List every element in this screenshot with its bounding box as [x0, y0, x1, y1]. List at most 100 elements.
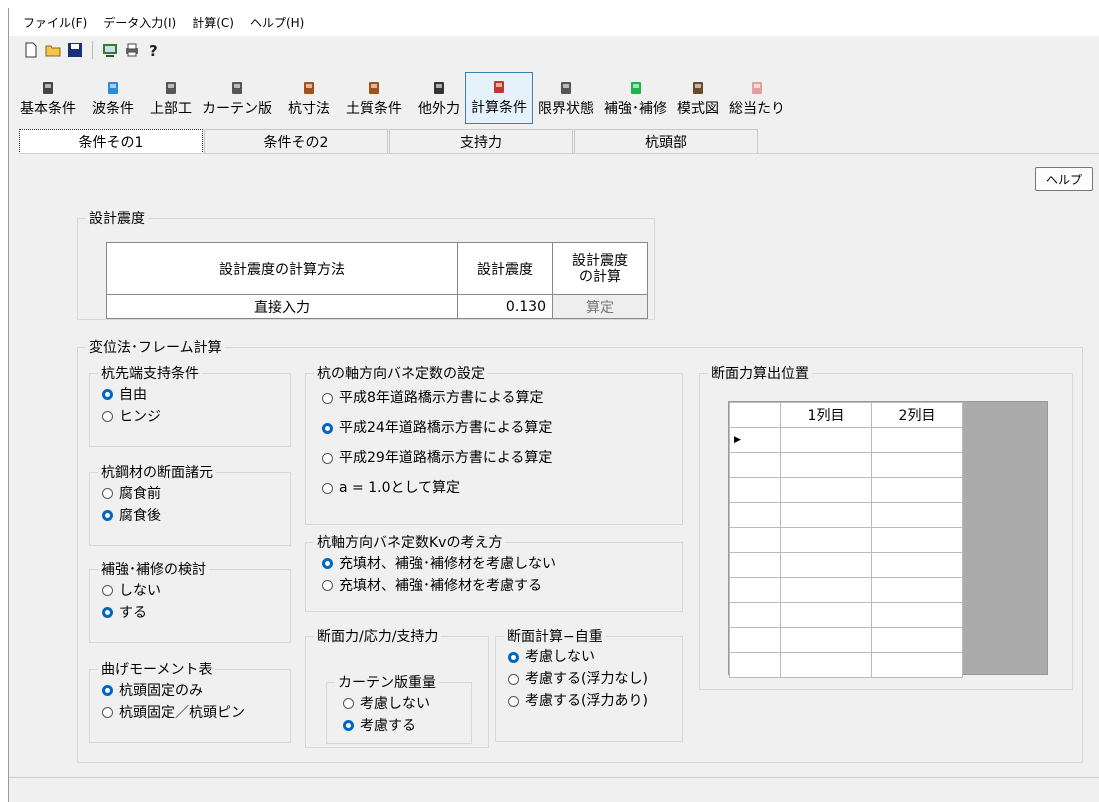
toolbar-label: 上部工	[150, 101, 192, 117]
grid-cell[interactable]	[871, 527, 963, 553]
self-weight-radio-1[interactable]: 考慮する(浮力なし)	[508, 668, 682, 690]
grid-cell[interactable]	[780, 602, 872, 628]
self-weight-radio-0[interactable]: 考慮しない	[508, 646, 682, 668]
tab-0[interactable]: 条件その1	[19, 129, 203, 154]
menubar: ファイル(F) データ入力(I) 計算(C) ヘルプ(H)	[9, 8, 1099, 36]
grid-cell[interactable]	[780, 577, 872, 603]
moment-radio-0[interactable]: 杭頭固定のみ	[102, 679, 290, 701]
toolbar-label: 限界状態	[538, 101, 594, 117]
toolbar-button-6[interactable]: 他外力	[413, 72, 465, 124]
calc-button[interactable]: 算定	[552, 294, 648, 319]
print-icon[interactable]	[124, 42, 140, 58]
open-folder-icon[interactable]	[45, 42, 61, 58]
tip-radio-1[interactable]: ヒンジ	[102, 405, 290, 427]
radio-label: 平成29年道路橋示方書による算定	[339, 450, 553, 466]
toolbar-button-7[interactable]: 計算条件	[465, 72, 533, 124]
new-file-icon[interactable]	[23, 42, 39, 58]
save-icon[interactable]	[67, 42, 83, 58]
grid-cell[interactable]	[871, 602, 963, 628]
spring-radio-2[interactable]: 平成29年道路橋示方書による算定	[322, 447, 682, 469]
steel-radio-0[interactable]: 腐食前	[102, 482, 290, 504]
table-row	[729, 652, 963, 678]
seismic-value-cell[interactable]: 0.130	[457, 294, 553, 319]
reinforce-radio-0[interactable]: しない	[102, 579, 290, 601]
grid-cell[interactable]	[871, 452, 963, 478]
grid-cell[interactable]	[871, 552, 963, 578]
tip-radio-0[interactable]: 自由	[102, 383, 290, 405]
grid-cell[interactable]	[871, 627, 963, 653]
menu-file[interactable]: ファイル(F)	[23, 14, 87, 31]
self-weight-radio-2[interactable]: 考慮する(浮力あり)	[508, 690, 682, 712]
row-header[interactable]	[729, 527, 781, 553]
grid-cell[interactable]	[871, 477, 963, 503]
grid-cell[interactable]	[780, 452, 872, 478]
toolbar-label: 総当たり	[729, 101, 785, 117]
row-header[interactable]	[729, 502, 781, 528]
toolbar-button-8[interactable]: 限界状態	[533, 72, 599, 124]
tab-1[interactable]: 条件その2	[204, 129, 388, 153]
position-grid[interactable]: 1列目 2列目 ▶	[728, 401, 1048, 678]
steel-radio-1[interactable]: 腐食後	[102, 504, 290, 526]
curtain-radio-1[interactable]: 考慮する	[343, 714, 471, 736]
spring-radio-3[interactable]: a = 1.0として算定	[322, 477, 682, 499]
grid-cell[interactable]	[780, 477, 872, 503]
menu-data-input[interactable]: データ入力(I)	[103, 14, 176, 31]
radio-label: 杭頭固定のみ	[119, 683, 203, 699]
kv-radio-0[interactable]: 充填材、補強･補修材を考慮しない	[322, 552, 682, 574]
spring-radio-0[interactable]: 平成8年道路橋示方書による算定	[322, 387, 682, 409]
reinforce-radio-1[interactable]: する	[102, 601, 290, 623]
grid-cell[interactable]	[871, 652, 963, 678]
toolbar-button-10[interactable]: 模式図	[672, 72, 724, 124]
menu-help[interactable]: ヘルプ(H)	[250, 14, 304, 31]
toolbar-button-1[interactable]: 波条件	[87, 72, 139, 124]
grid-cell[interactable]	[780, 627, 872, 653]
grid-cell[interactable]	[871, 502, 963, 528]
row-header[interactable]: ▶	[729, 427, 781, 453]
moment-radio-1[interactable]: 杭頭固定／杭頭ピン	[102, 701, 290, 723]
grid-cell[interactable]	[780, 527, 872, 553]
svg-text:?: ?	[149, 42, 158, 58]
toolbar-button-5[interactable]: 土質条件	[341, 72, 407, 124]
row-header[interactable]	[729, 577, 781, 603]
toolbar-button-2[interactable]: 上部工	[145, 72, 197, 124]
toolbar-button-4[interactable]: 杭寸法	[283, 72, 335, 124]
row-header[interactable]	[729, 602, 781, 628]
row-header[interactable]	[729, 452, 781, 478]
row-header[interactable]	[729, 652, 781, 678]
grid-cell[interactable]	[780, 552, 872, 578]
toolbar-label: 他外力	[418, 101, 460, 117]
table-row	[729, 527, 963, 553]
tab-2[interactable]: 支持力	[389, 129, 573, 153]
help-question-icon[interactable]: ?	[146, 42, 162, 60]
grid-cell[interactable]	[780, 502, 872, 528]
tab-3[interactable]: 杭頭部	[574, 129, 758, 153]
preview-icon[interactable]	[102, 42, 118, 58]
help-button[interactable]: ヘルプ	[1035, 167, 1093, 191]
grid-cell[interactable]	[780, 427, 872, 453]
row-header[interactable]	[729, 552, 781, 578]
toolbar-label: 模式図	[677, 101, 719, 117]
radio-indicator	[343, 719, 354, 731]
radio-indicator	[102, 584, 113, 596]
menu-calc[interactable]: 計算(C)	[192, 14, 234, 31]
force-icon	[431, 80, 447, 96]
toolbar-button-11[interactable]: 総当たり	[724, 72, 790, 124]
seismic-method-cell[interactable]: 直接入力	[106, 294, 458, 319]
plus-icon	[628, 80, 644, 96]
toolbar-button-9[interactable]: 補強･補修	[599, 72, 672, 124]
toolbar-button-0[interactable]: 基本条件	[15, 72, 81, 124]
kv-legend: 杭軸方向バネ定数Kvの考え方	[317, 535, 503, 551]
curtain-weight-group: カーテン版重量 考慮しない 考慮する	[326, 672, 472, 744]
row-header[interactable]	[729, 477, 781, 503]
row-header[interactable]	[729, 627, 781, 653]
radio-indicator	[508, 651, 519, 663]
curtain-radio-0[interactable]: 考慮しない	[343, 692, 471, 714]
toolbar-button-3[interactable]: カーテン版	[197, 72, 277, 124]
reinforce-group: 補強･補修の検討 しない する	[89, 559, 291, 643]
kv-radio-1[interactable]: 充填材、補強･補修材を考慮する	[322, 574, 682, 596]
grid-cell[interactable]	[871, 577, 963, 603]
table-row	[729, 602, 963, 628]
grid-cell[interactable]	[780, 652, 872, 678]
spring-radio-1[interactable]: 平成24年道路橋示方書による算定	[322, 417, 682, 439]
grid-cell[interactable]	[871, 427, 963, 453]
